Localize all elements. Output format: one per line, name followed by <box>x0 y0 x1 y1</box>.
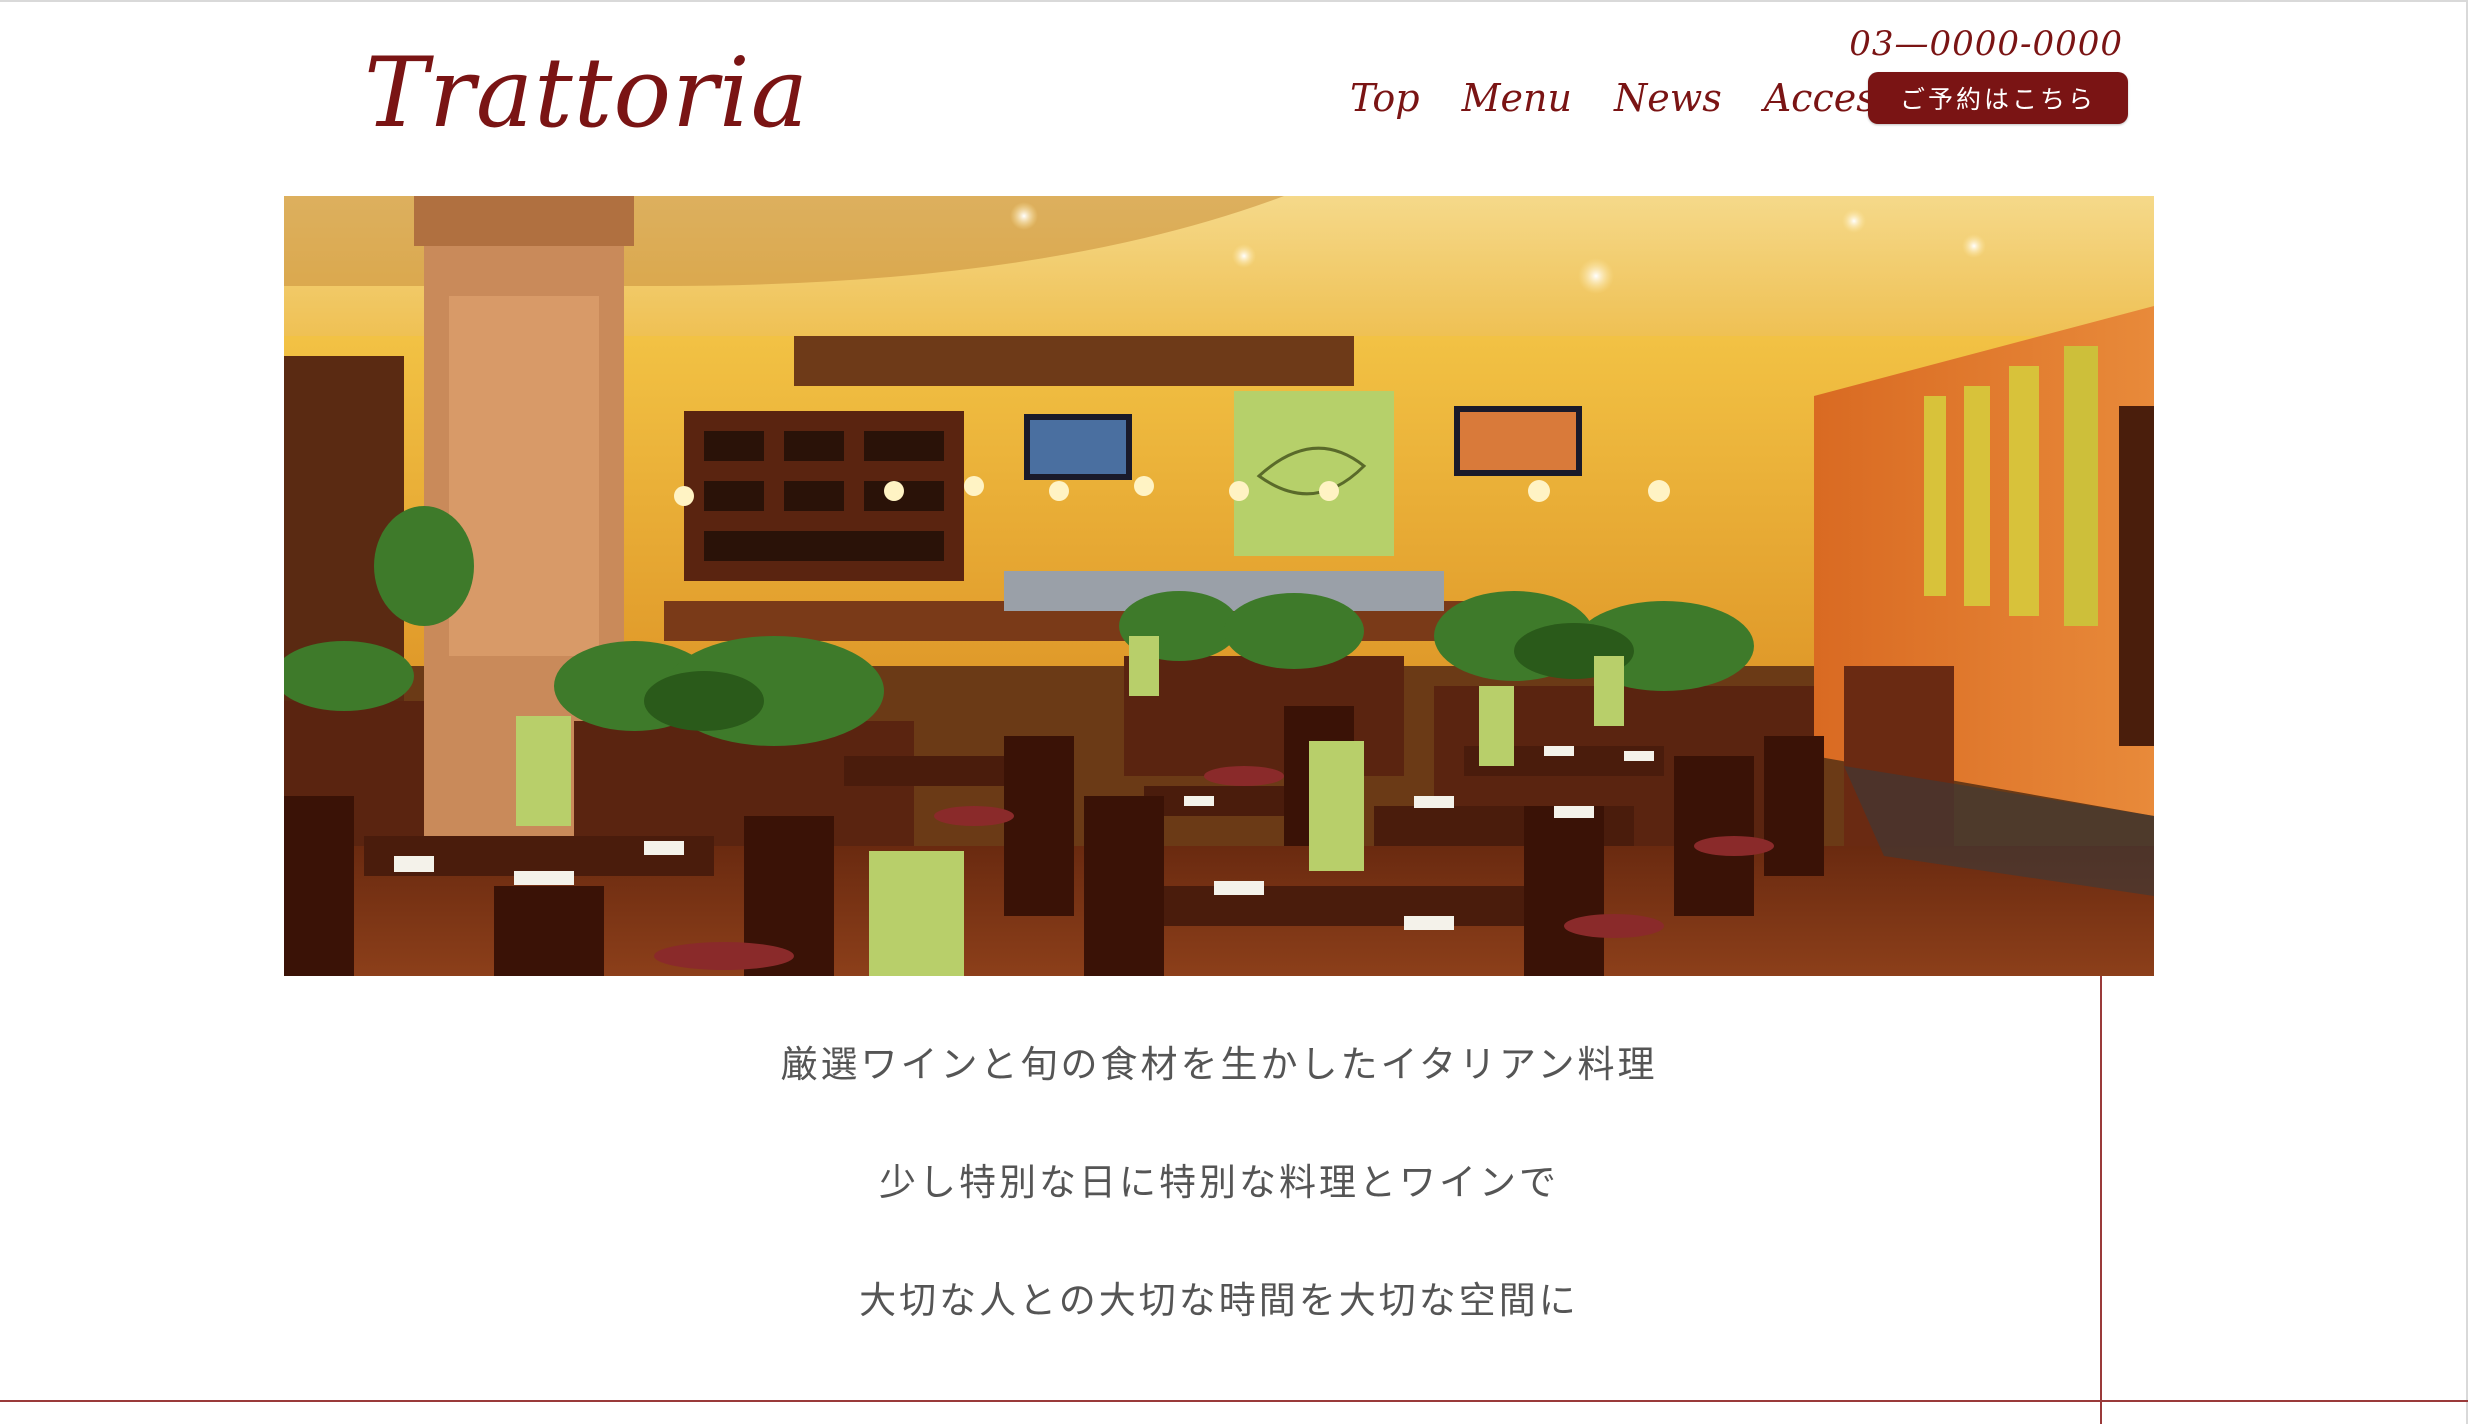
nav-item-menu[interactable]: Menu <box>1462 68 1572 128</box>
main-nav: Top Menu News Access <box>1350 68 1937 128</box>
decorative-horizontal-line <box>0 1400 2468 1402</box>
page: Trattoria 03—0000-0000 Top Menu News Acc… <box>0 0 2468 1424</box>
top-rule <box>0 0 2468 2</box>
intro-line-3: 大切な人との大切な時間を大切な空間に <box>859 1279 1579 1322</box>
reservation-button[interactable]: ご予約はこちら <box>1868 72 2128 124</box>
hero-image <box>284 196 2154 976</box>
phone-number: 03—0000-0000 <box>1849 24 2123 64</box>
intro-line-2: 少し特別な日に特別な料理とワインで <box>879 1161 1559 1204</box>
intro-line-1: 厳選ワインと旬の食材を生かしたイタリアン料理 <box>780 1043 1658 1086</box>
nav-item-top[interactable]: Top <box>1350 68 1420 128</box>
nav-item-news[interactable]: News <box>1614 68 1722 128</box>
site-logo[interactable]: Trattoria <box>364 28 809 158</box>
